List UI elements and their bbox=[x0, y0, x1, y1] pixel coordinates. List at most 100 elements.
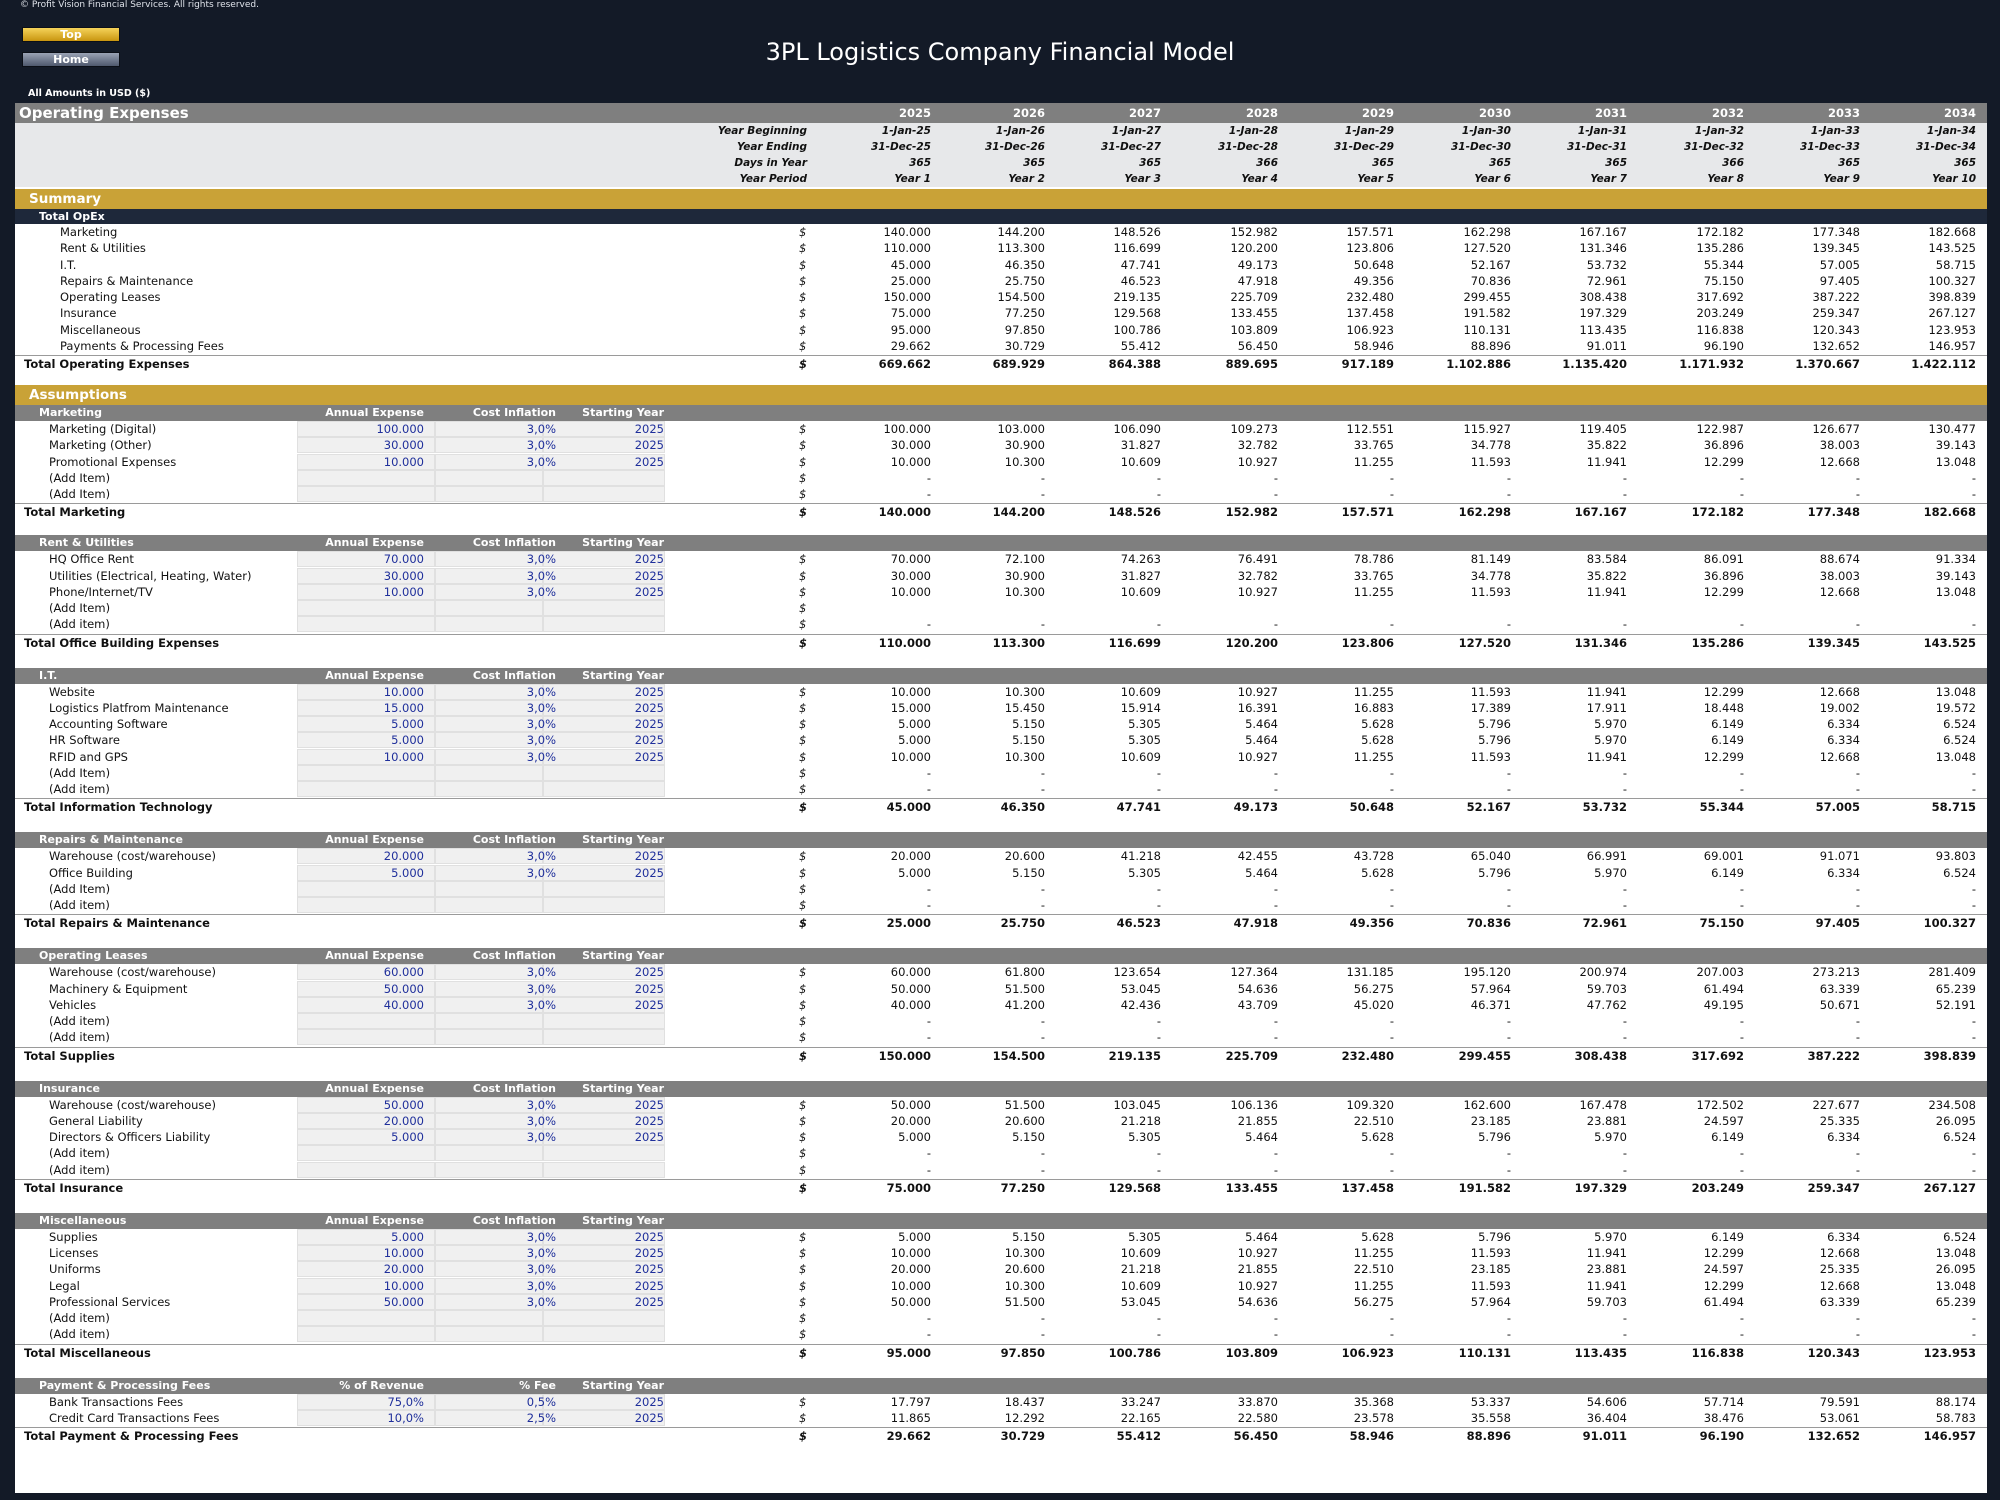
input-value[interactable]: 2025 bbox=[554, 1278, 664, 1294]
input-cell[interactable] bbox=[435, 1145, 543, 1162]
input-value[interactable]: 15.000 bbox=[314, 700, 424, 716]
input-value[interactable]: 2025 bbox=[554, 981, 664, 997]
input-value[interactable]: 75,0% bbox=[314, 1394, 424, 1410]
input-value[interactable]: 2025 bbox=[554, 848, 664, 864]
input-value[interactable]: 10.000 bbox=[314, 684, 424, 700]
input-value[interactable]: 3,0% bbox=[446, 981, 556, 997]
input-value[interactable]: 3,0% bbox=[446, 1229, 556, 1245]
input-cell[interactable] bbox=[435, 600, 543, 616]
input-value[interactable]: 2025 bbox=[554, 1394, 664, 1410]
input-value[interactable]: 5.000 bbox=[314, 1129, 424, 1145]
input-value[interactable]: 10.000 bbox=[314, 749, 424, 765]
input-cell[interactable] bbox=[543, 781, 665, 797]
input-value[interactable]: 2025 bbox=[554, 1245, 664, 1261]
input-value[interactable]: 10.000 bbox=[314, 1278, 424, 1294]
input-value[interactable]: 3,0% bbox=[446, 584, 556, 600]
input-value[interactable]: 2025 bbox=[554, 1129, 664, 1145]
input-value[interactable]: 3,0% bbox=[446, 1097, 556, 1113]
input-cell[interactable] bbox=[297, 1310, 435, 1326]
input-cell[interactable] bbox=[435, 616, 543, 633]
input-value[interactable]: 3,0% bbox=[446, 1261, 556, 1277]
input-value[interactable]: 3,0% bbox=[446, 551, 556, 567]
input-cell[interactable] bbox=[297, 897, 435, 913]
input-cell[interactable] bbox=[435, 897, 543, 913]
input-value[interactable]: 2025 bbox=[554, 997, 664, 1013]
input-value[interactable]: 5.000 bbox=[314, 732, 424, 748]
input-value[interactable]: 3,0% bbox=[446, 700, 556, 716]
input-value[interactable]: 3,0% bbox=[446, 1278, 556, 1294]
input-value[interactable]: 3,0% bbox=[446, 716, 556, 732]
input-cell[interactable] bbox=[297, 781, 435, 797]
input-cell[interactable] bbox=[543, 1029, 665, 1046]
input-cell[interactable] bbox=[543, 764, 665, 781]
input-cell[interactable] bbox=[297, 616, 435, 633]
input-value[interactable]: 20.000 bbox=[314, 848, 424, 864]
input-value[interactable]: 2025 bbox=[554, 551, 664, 567]
input-value[interactable]: 3,0% bbox=[446, 684, 556, 700]
input-value[interactable]: 2025 bbox=[554, 732, 664, 748]
input-value[interactable]: 3,0% bbox=[446, 1294, 556, 1310]
input-value[interactable]: 5.000 bbox=[314, 865, 424, 881]
input-value[interactable]: 2025 bbox=[554, 454, 664, 470]
input-value[interactable]: 0,5% bbox=[446, 1394, 556, 1410]
input-cell[interactable] bbox=[435, 764, 543, 781]
input-value[interactable]: 3,0% bbox=[446, 1129, 556, 1145]
input-value[interactable]: 3,0% bbox=[446, 848, 556, 864]
input-value[interactable]: 20.000 bbox=[314, 1113, 424, 1129]
input-value[interactable]: 2025 bbox=[554, 700, 664, 716]
input-value[interactable]: 70.000 bbox=[314, 551, 424, 567]
input-value[interactable]: 2025 bbox=[554, 964, 664, 980]
input-cell[interactable] bbox=[297, 1145, 435, 1162]
input-cell[interactable] bbox=[543, 1013, 665, 1029]
input-value[interactable]: 3,0% bbox=[446, 964, 556, 980]
input-value[interactable]: 2025 bbox=[554, 716, 664, 732]
input-value[interactable]: 3,0% bbox=[446, 568, 556, 584]
input-value[interactable]: 3,0% bbox=[446, 732, 556, 748]
input-cell[interactable] bbox=[543, 600, 665, 616]
input-cell[interactable] bbox=[543, 880, 665, 897]
input-cell[interactable] bbox=[435, 1029, 543, 1046]
input-value[interactable]: 50.000 bbox=[314, 981, 424, 997]
input-value[interactable]: 30.000 bbox=[314, 568, 424, 584]
input-value[interactable]: 100.000 bbox=[314, 421, 424, 437]
input-cell[interactable] bbox=[435, 1013, 543, 1029]
input-value[interactable]: 2025 bbox=[554, 1294, 664, 1310]
input-value[interactable]: 40.000 bbox=[314, 997, 424, 1013]
input-value[interactable]: 2025 bbox=[554, 749, 664, 765]
input-value[interactable]: 2025 bbox=[554, 1097, 664, 1113]
input-cell[interactable] bbox=[543, 616, 665, 633]
input-cell[interactable] bbox=[543, 1310, 665, 1326]
input-value[interactable]: 2025 bbox=[554, 684, 664, 700]
input-cell[interactable] bbox=[297, 600, 435, 616]
input-value[interactable]: 2025 bbox=[554, 568, 664, 584]
input-cell[interactable] bbox=[297, 486, 435, 502]
input-cell[interactable] bbox=[297, 1326, 435, 1343]
input-value[interactable]: 5.000 bbox=[314, 716, 424, 732]
input-cell[interactable] bbox=[435, 1161, 543, 1178]
input-cell[interactable] bbox=[297, 469, 435, 486]
input-value[interactable]: 20.000 bbox=[314, 1261, 424, 1277]
input-value[interactable]: 3,0% bbox=[446, 454, 556, 470]
input-cell[interactable] bbox=[543, 1145, 665, 1162]
input-cell[interactable] bbox=[543, 1326, 665, 1343]
input-cell[interactable] bbox=[543, 469, 665, 486]
input-value[interactable]: 2025 bbox=[554, 421, 664, 437]
input-cell[interactable] bbox=[297, 1029, 435, 1046]
input-value[interactable]: 3,0% bbox=[446, 865, 556, 881]
input-cell[interactable] bbox=[435, 1310, 543, 1326]
input-value[interactable]: 50.000 bbox=[314, 1294, 424, 1310]
input-value[interactable]: 10.000 bbox=[314, 1245, 424, 1261]
input-value[interactable]: 3,0% bbox=[446, 1113, 556, 1129]
input-cell[interactable] bbox=[435, 781, 543, 797]
input-value[interactable]: 2025 bbox=[554, 584, 664, 600]
input-value[interactable]: 60.000 bbox=[314, 964, 424, 980]
input-value[interactable]: 3,0% bbox=[446, 421, 556, 437]
input-cell[interactable] bbox=[435, 1326, 543, 1343]
input-cell[interactable] bbox=[543, 897, 665, 913]
input-value[interactable]: 2025 bbox=[554, 1261, 664, 1277]
input-value[interactable]: 50.000 bbox=[314, 1097, 424, 1113]
input-cell[interactable] bbox=[297, 1161, 435, 1178]
input-value[interactable]: 3,0% bbox=[446, 997, 556, 1013]
input-cell[interactable] bbox=[297, 764, 435, 781]
input-cell[interactable] bbox=[435, 469, 543, 486]
